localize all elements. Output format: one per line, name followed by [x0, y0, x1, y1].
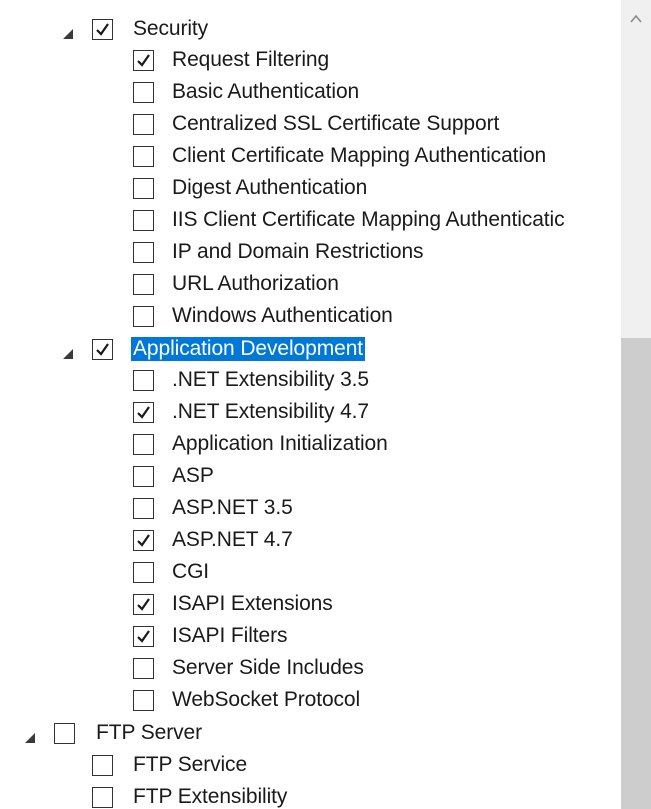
checkbox-net-ext-47[interactable] [133, 402, 154, 423]
collapse-arrow-icon[interactable] [63, 349, 73, 359]
checkbox-cgi[interactable] [133, 562, 154, 583]
tree-label-ftp-server[interactable]: FTP Server [94, 721, 204, 745]
collapse-arrow-icon[interactable] [25, 733, 35, 743]
tree-label[interactable]: ASP [170, 464, 216, 488]
checkbox-basic-auth[interactable] [133, 82, 154, 103]
checkbox-aspnet-35[interactable] [133, 498, 154, 519]
checkbox-net-ext-35[interactable] [133, 370, 154, 391]
checkbox-server-side-includes[interactable] [133, 658, 154, 679]
tree-label-security[interactable]: Security [131, 17, 210, 41]
tree-label[interactable]: Request Filtering [170, 48, 331, 72]
collapse-arrow-icon[interactable] [63, 29, 73, 39]
checkbox-ftp-service[interactable] [92, 755, 113, 776]
role-services-tree: Security Request Filtering Basic Authent… [0, 0, 621, 809]
tree-label[interactable]: ISAPI Filters [170, 624, 289, 648]
tree-label[interactable]: WebSocket Protocol [170, 688, 362, 712]
tree-label[interactable]: Centralized SSL Certificate Support [170, 112, 501, 136]
tree-label[interactable]: Application Initialization [170, 432, 390, 456]
checkbox-ip-domain-restrictions[interactable] [133, 242, 154, 263]
checkbox-aspnet-47[interactable] [133, 530, 154, 551]
checkbox-digest-auth[interactable] [133, 178, 154, 199]
tree-label[interactable]: IP and Domain Restrictions [170, 240, 425, 264]
tree-label[interactable]: IIS Client Certificate Mapping Authentic… [170, 208, 566, 232]
checkbox-client-cert-mapping[interactable] [133, 146, 154, 167]
checkbox-asp[interactable] [133, 466, 154, 487]
tree-label[interactable]: Client Certificate Mapping Authenticatio… [170, 144, 548, 168]
tree-label[interactable]: .NET Extensibility 3.5 [170, 368, 371, 392]
checkbox-isapi-filters[interactable] [133, 626, 154, 647]
tree-label[interactable]: Server Side Includes [170, 656, 366, 680]
checkbox-security[interactable] [92, 19, 113, 40]
tree-label[interactable]: CGI [170, 560, 211, 584]
tree-label[interactable]: .NET Extensibility 4.7 [170, 400, 371, 424]
scrollbar-thumb[interactable] [621, 338, 651, 809]
checkbox-windows-auth[interactable] [133, 306, 154, 327]
checkbox-centralized-ssl[interactable] [133, 114, 154, 135]
checkbox-iis-client-cert-mapping[interactable] [133, 210, 154, 231]
checkbox-ftp-server[interactable] [54, 723, 75, 744]
vertical-scrollbar[interactable] [621, 0, 651, 809]
tree-label[interactable]: Basic Authentication [170, 80, 361, 104]
tree-label[interactable]: Digest Authentication [170, 176, 369, 200]
scroll-up-arrow-icon[interactable] [629, 8, 643, 23]
checkbox-request-filtering[interactable] [133, 50, 154, 71]
tree-label[interactable]: URL Authorization [170, 272, 341, 296]
checkbox-websocket-protocol[interactable] [133, 690, 154, 711]
tree-label[interactable]: FTP Service [131, 753, 249, 777]
checkbox-url-authorization[interactable] [133, 274, 154, 295]
tree-label-application-development[interactable]: Application Development [131, 337, 366, 361]
checkbox-app-initialization[interactable] [133, 434, 154, 455]
tree-label[interactable]: FTP Extensibility [131, 785, 289, 809]
checkbox-application-development[interactable] [92, 339, 113, 360]
checkbox-ftp-extensibility[interactable] [92, 787, 113, 808]
tree-label[interactable]: ISAPI Extensions [170, 592, 335, 616]
tree-label[interactable]: ASP.NET 3.5 [170, 496, 295, 520]
tree-label[interactable]: Windows Authentication [170, 304, 395, 328]
checkbox-isapi-extensions[interactable] [133, 594, 154, 615]
tree-label[interactable]: ASP.NET 4.7 [170, 528, 295, 552]
